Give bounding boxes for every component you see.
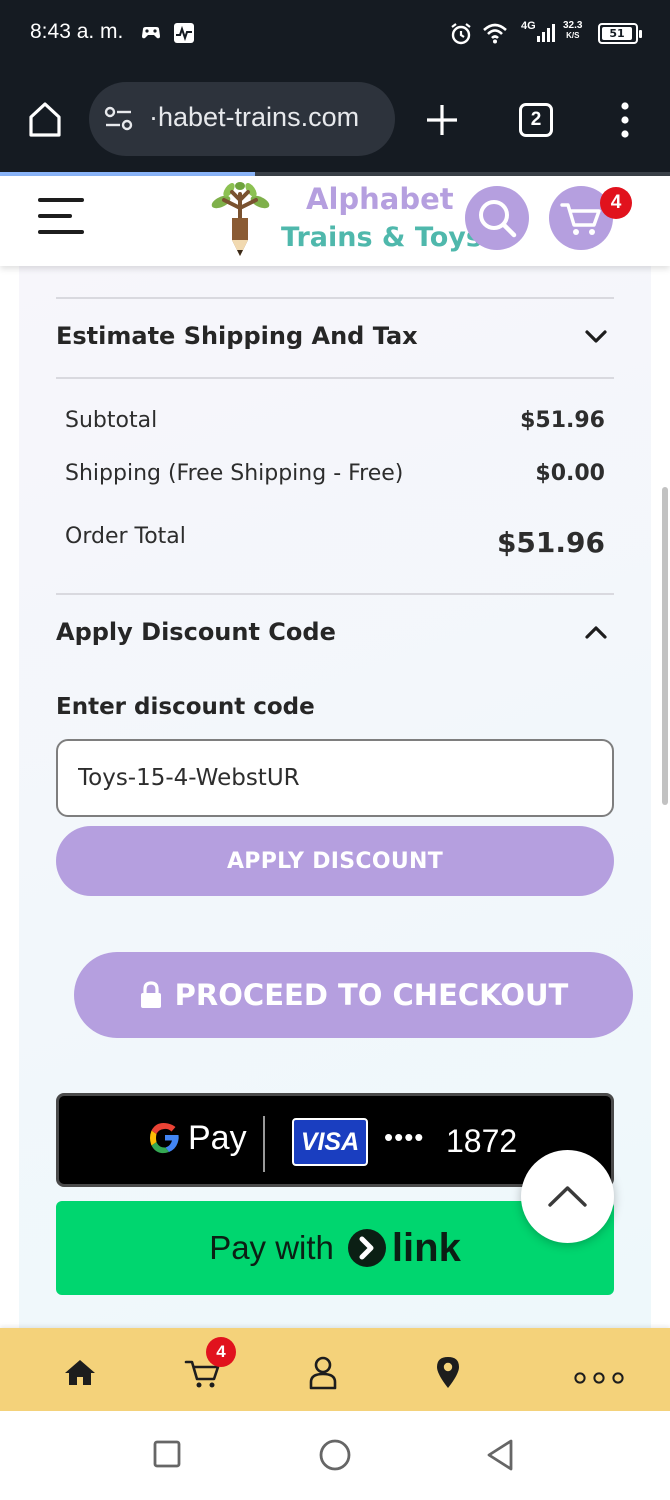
recent-apps-icon[interactable] (152, 1439, 182, 1469)
bottom-cart-badge: 4 (206, 1337, 236, 1367)
battery-level: 51 (602, 27, 632, 40)
logo-text-line2: Trains & Toys (281, 222, 482, 253)
link-word: link (391, 1225, 461, 1270)
activity-icon (174, 23, 194, 43)
search-icon (479, 200, 517, 238)
cart-count-badge: 4 (600, 187, 632, 219)
back-icon[interactable] (484, 1438, 516, 1472)
shipping-label: Shipping (Free Shipping - Free) (65, 461, 404, 486)
gpay-separator (263, 1116, 265, 1172)
lock-icon (140, 981, 161, 1008)
divider (56, 593, 614, 595)
url-text[interactable]: ·habet-trains.com (149, 102, 389, 133)
proceed-to-checkout-button[interactable]: PROCEED TO CHECKOUT (74, 952, 633, 1038)
subtotal-label: Subtotal (65, 408, 158, 433)
card-last4: 1872 (446, 1123, 518, 1159)
bottom-navigation: 4 (0, 1328, 670, 1411)
divider (56, 377, 614, 379)
search-button[interactable] (465, 186, 529, 250)
home-icon[interactable] (60, 1352, 100, 1392)
estimate-shipping-title[interactable]: Estimate Shipping And Tax (56, 322, 418, 350)
gpay-pay-word: Pay (188, 1119, 247, 1157)
home-icon[interactable] (25, 99, 65, 139)
order-total-label: Order Total (65, 524, 186, 549)
battery-icon: 51 (598, 23, 642, 44)
chevron-up-icon (548, 1186, 587, 1207)
system-navigation-bar (0, 1411, 670, 1500)
network-speed-value: 32.3 (563, 20, 583, 31)
visa-card-badge: VISA (292, 1118, 368, 1166)
link-chevron-icon (347, 1229, 386, 1267)
proceed-to-checkout-label: PROCEED TO CHECKOUT (174, 978, 569, 1012)
logo-text-line1: Alphabet (306, 182, 454, 216)
google-g-icon (150, 1122, 179, 1154)
card-mask: •••• (384, 1122, 425, 1152)
shipping-value: $0.00 (535, 461, 605, 486)
order-total-value: $51.96 (496, 526, 605, 559)
network-type: 4G (521, 20, 536, 32)
page-scrollbar[interactable] (662, 487, 668, 805)
hamburger-menu-icon[interactable] (36, 196, 86, 236)
site-settings-icon[interactable] (103, 104, 135, 134)
plus-icon[interactable] (424, 102, 460, 138)
location-icon[interactable] (428, 1352, 468, 1392)
home-circle-icon[interactable] (318, 1438, 352, 1472)
scroll-to-top-button[interactable] (521, 1150, 614, 1243)
signal-icon (537, 24, 555, 42)
network-speed-unit: K/S (566, 31, 580, 40)
discount-title[interactable]: Apply Discount Code (56, 618, 336, 646)
browser-toolbar: ·habet-trains.com 2 (0, 66, 670, 172)
overflow-menu-icon[interactable] (613, 100, 637, 140)
more-icon[interactable] (572, 1352, 628, 1392)
status-time: 8:43 a. m. (30, 20, 124, 43)
gamepad-icon (142, 27, 160, 39)
link-prefix: Pay with (209, 1229, 334, 1266)
network-speed: 32.3 K/S (563, 21, 582, 41)
address-bar[interactable]: ·habet-trains.com (89, 82, 395, 156)
alarm-icon (451, 23, 471, 45)
account-icon[interactable] (303, 1352, 343, 1392)
discount-code-input[interactable] (56, 739, 614, 817)
site-header: Alphabet Trains & Toys 4 (0, 176, 670, 266)
subtotal-value: $51.96 (520, 408, 605, 433)
tree-pencil-logo-icon (211, 182, 270, 256)
divider (56, 297, 614, 299)
chevron-up-icon[interactable] (584, 624, 608, 640)
status-bar: 8:43 a. m. 4G 32.3 K/S 51 (0, 0, 670, 66)
tabs-icon[interactable]: 2 (519, 103, 553, 137)
chevron-down-icon[interactable] (584, 329, 608, 345)
wifi-icon (483, 23, 507, 44)
discount-field-label: Enter discount code (56, 694, 315, 720)
apply-discount-button[interactable]: APPLY DISCOUNT (56, 826, 614, 896)
